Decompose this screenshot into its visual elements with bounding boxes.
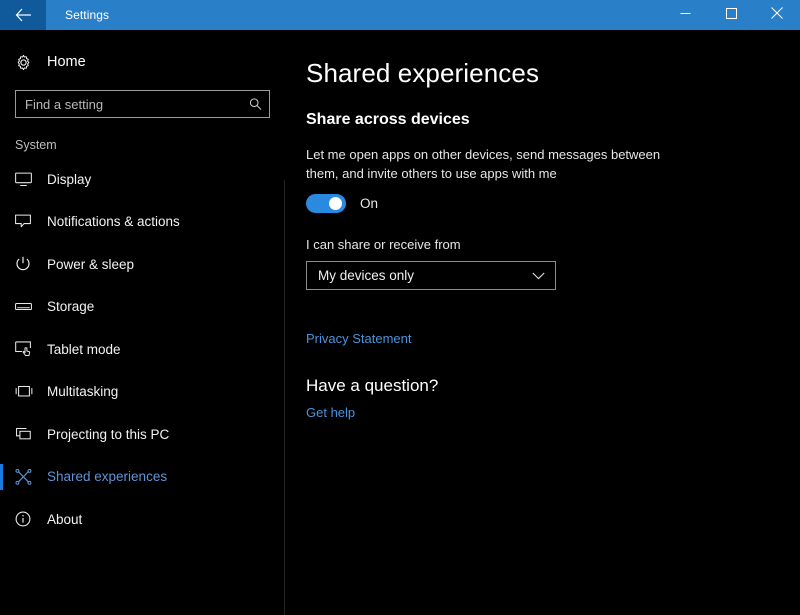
info-circle-icon: [15, 511, 41, 527]
content-pane: Shared experiences Share across devices …: [284, 30, 800, 615]
window-title: Settings: [46, 0, 109, 30]
sidebar-item-about[interactable]: About: [0, 498, 284, 541]
section-description: Let me open apps on other devices, send …: [306, 145, 678, 183]
sidebar-item-shared-experiences[interactable]: Shared experiences: [0, 456, 284, 499]
sidebar-item-label: Power & sleep: [47, 257, 134, 272]
monitor-icon: [15, 172, 41, 187]
back-button[interactable]: [0, 0, 46, 30]
sidebar-item-label: Multitasking: [47, 384, 118, 399]
sidebar-item-notifications-actions[interactable]: Notifications & actions: [0, 201, 284, 244]
back-arrow-icon: [15, 8, 32, 22]
sidebar-item-tablet-mode[interactable]: Tablet mode: [0, 328, 284, 371]
close-button[interactable]: [754, 0, 800, 30]
sidebar-item-storage[interactable]: Storage: [0, 286, 284, 329]
close-icon: [771, 6, 783, 24]
minimize-icon: [680, 6, 691, 24]
project-screen-icon: [15, 427, 41, 442]
drive-icon: [15, 300, 41, 313]
sidebar-item-projecting-to-this-pc[interactable]: Projecting to this PC: [0, 413, 284, 456]
multitasking-icon: [15, 385, 41, 398]
chevron-down-icon: [532, 267, 545, 285]
gear-icon: [15, 54, 41, 71]
share-source-label: I can share or receive from: [306, 237, 800, 252]
page-title: Shared experiences: [306, 58, 800, 89]
minimize-button[interactable]: [662, 0, 708, 30]
window-controls: [662, 0, 800, 30]
sidebar-item-label: Notifications & actions: [47, 214, 180, 229]
sidebar: Home System: [0, 30, 284, 615]
sidebar-item-label: Shared experiences: [47, 469, 167, 484]
privacy-statement-row: Privacy Statement: [306, 330, 800, 348]
maximize-button[interactable]: [708, 0, 754, 30]
search-box[interactable]: [15, 90, 270, 118]
sidebar-item-label: Projecting to this PC: [47, 427, 169, 442]
section-title: Share across devices: [306, 111, 800, 129]
maximize-icon: [726, 6, 737, 24]
sidebar-item-label: Display: [47, 172, 91, 187]
help-heading: Have a question?: [306, 376, 800, 396]
share-across-devices-toggle[interactable]: [306, 194, 346, 213]
settings-window: Settings: [0, 0, 800, 615]
title-bar: Settings: [0, 0, 800, 30]
sidebar-content-divider: [284, 180, 285, 615]
search-input[interactable]: [16, 91, 269, 117]
sidebar-section-header: System: [0, 118, 284, 158]
sidebar-nav-list: Display Notifications & actions: [0, 158, 284, 541]
sidebar-item-display[interactable]: Display: [0, 158, 284, 201]
sidebar-item-label: Tablet mode: [47, 342, 121, 357]
sidebar-home-label: Home: [47, 54, 86, 70]
sidebar-item-home[interactable]: Home: [0, 44, 284, 80]
dropdown-selected-value: My devices only: [318, 268, 414, 283]
share-nodes-icon: [15, 469, 41, 485]
search-icon[interactable]: [249, 98, 262, 111]
sidebar-item-multitasking[interactable]: Multitasking: [0, 371, 284, 414]
sidebar-item-label: Storage: [47, 299, 94, 314]
notification-bubble-icon: [15, 214, 41, 229]
power-icon: [15, 256, 41, 272]
share-source-dropdown[interactable]: My devices only: [306, 261, 556, 290]
toggle-knob: [329, 197, 342, 210]
sidebar-item-label: About: [47, 512, 82, 527]
tablet-touch-icon: [15, 341, 41, 357]
toggle-state-label: On: [360, 196, 378, 211]
title-bar-drag-area: [109, 0, 662, 30]
privacy-statement-link[interactable]: Privacy Statement: [306, 331, 412, 346]
window-body: Home System: [0, 30, 800, 615]
sidebar-item-power-sleep[interactable]: Power & sleep: [0, 243, 284, 286]
get-help-link[interactable]: Get help: [306, 405, 355, 420]
share-toggle-row: On: [306, 194, 800, 213]
